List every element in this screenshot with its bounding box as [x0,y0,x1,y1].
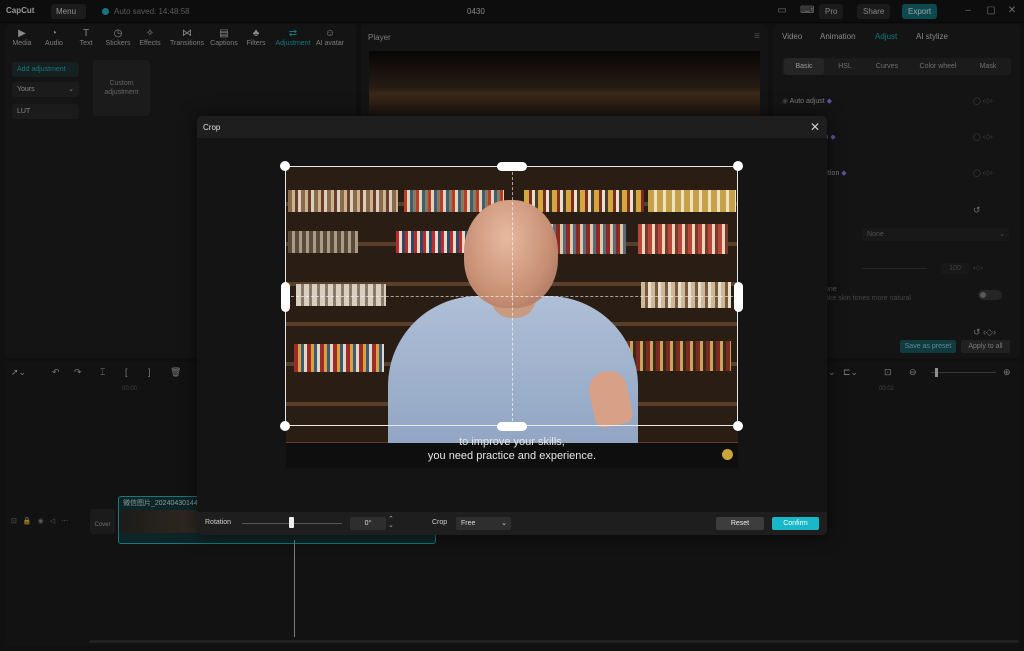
crop-handle-top-left[interactable] [280,161,290,171]
crop-handle-top-right[interactable] [733,161,743,171]
chevron-down-icon: ⌄ [501,520,507,527]
rotation-slider-knob[interactable] [289,517,294,528]
crop-dialog: Crop ✕ to improve your skills, you need … [197,116,827,535]
crop-ratio-value: Free [461,520,476,527]
confirm-button[interactable]: Confirm [772,517,819,530]
crop-handle-bottom[interactable] [497,422,527,431]
close-icon[interactable]: ✕ [810,120,820,134]
subtitle-line-1: to improve your skills, [459,436,565,448]
emoji-sticker-icon [722,449,733,460]
crop-handle-left[interactable] [281,282,290,312]
crop-handle-right[interactable] [734,282,743,312]
rotation-stepper-icon[interactable]: ⌃ ⌄ [388,516,394,529]
crop-ratio-dropdown[interactable]: Free ⌄ [456,517,511,530]
crop-handle-bottom-left[interactable] [280,421,290,431]
rotation-label: Rotation [205,519,232,526]
crop-guide-vertical [512,167,513,426]
crop-ratio-label: Crop [432,519,448,526]
crop-dialog-title: Crop [203,123,221,132]
crop-handle-bottom-right[interactable] [733,421,743,431]
crop-handle-top[interactable] [497,162,527,171]
crop-dialog-header: Crop ✕ [197,116,827,138]
reset-button[interactable]: Reset [716,517,764,530]
rotation-value-input[interactable]: 0° [350,517,386,530]
crop-dialog-footer: Rotation 0° ⌃ ⌄ Crop Free ⌄ Reset Confirm [197,512,827,535]
